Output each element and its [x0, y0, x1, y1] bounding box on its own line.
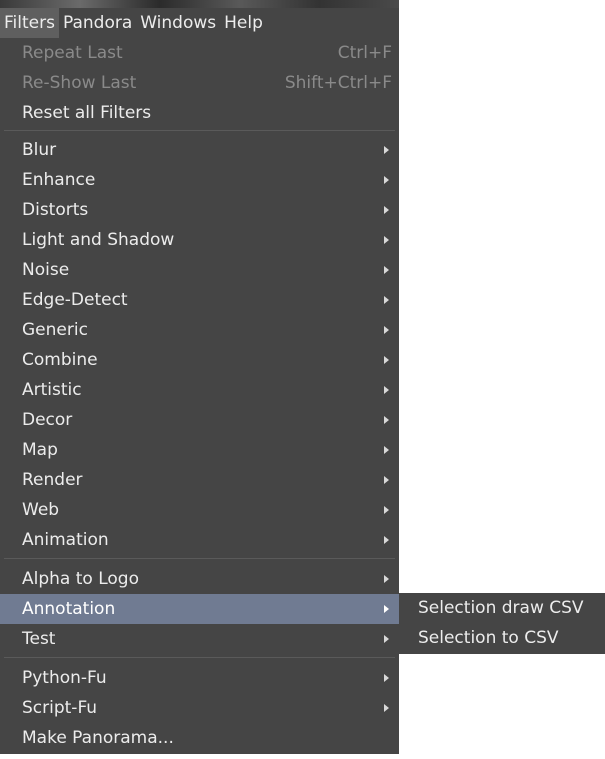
- submenu-arrow-icon: [384, 146, 389, 154]
- filters-menu: Repeat Last Ctrl+F Re-Show Last Shift+Ct…: [0, 38, 399, 754]
- submenu-arrow-icon: [384, 635, 389, 643]
- menu-item-test[interactable]: Test: [0, 624, 399, 654]
- menu-item-label: Combine: [22, 350, 98, 370]
- menu-item-script-fu[interactable]: Script-Fu: [0, 693, 399, 723]
- menubar-pandora[interactable]: Pandora: [59, 8, 136, 38]
- submenu-arrow-icon: [384, 416, 389, 424]
- submenu-arrow-icon: [384, 236, 389, 244]
- submenu-arrow-icon: [384, 536, 389, 544]
- submenu-arrow-icon: [384, 476, 389, 484]
- menu-item-label: Make Panorama...: [22, 728, 174, 748]
- menu-item-label: Light and Shadow: [22, 230, 175, 250]
- menu-item-reshow-last[interactable]: Re-Show Last Shift+Ctrl+F: [0, 68, 399, 98]
- submenu-arrow-icon: [384, 704, 389, 712]
- canvas-strip: [0, 0, 399, 8]
- menu-item-artistic[interactable]: Artistic: [0, 375, 399, 405]
- menu-item-label: Map: [22, 440, 58, 460]
- menu-item-label: Test: [22, 629, 56, 649]
- menu-item-annotation[interactable]: Annotation: [0, 594, 399, 624]
- menu-item-noise[interactable]: Noise: [0, 255, 399, 285]
- annotation-submenu: Selection draw CSV Selection to CSV: [399, 593, 605, 654]
- menu-item-make-panorama[interactable]: Make Panorama...: [0, 723, 399, 753]
- submenu-item-selection-to-csv[interactable]: Selection to CSV: [399, 623, 605, 653]
- menu-item-label: Artistic: [22, 380, 82, 400]
- menu-item-alpha-to-logo[interactable]: Alpha to Logo: [0, 564, 399, 594]
- menu-item-label: Script-Fu: [22, 698, 98, 718]
- submenu-arrow-icon: [384, 506, 389, 514]
- menu-item-label: Repeat Last: [22, 43, 123, 63]
- menu-item-label: Alpha to Logo: [22, 569, 139, 589]
- menu-item-map[interactable]: Map: [0, 435, 399, 465]
- menu-item-label: Animation: [22, 530, 109, 550]
- menu-item-light-and-shadow[interactable]: Light and Shadow: [0, 225, 399, 255]
- menu-separator: [4, 130, 395, 131]
- menu-item-label: Web: [22, 500, 60, 520]
- submenu-arrow-icon: [384, 446, 389, 454]
- menubar-filters[interactable]: Filters: [0, 8, 59, 38]
- menu-separator: [4, 657, 395, 658]
- menu-item-label: Edge-Detect: [22, 290, 128, 310]
- menubar-windows[interactable]: Windows: [136, 8, 220, 38]
- menu-item-label: Blur: [22, 140, 57, 160]
- menu-item-render[interactable]: Render: [0, 465, 399, 495]
- menu-item-python-fu[interactable]: Python-Fu: [0, 663, 399, 693]
- shortcut-label: Shift+Ctrl+F: [284, 73, 392, 93]
- menu-item-reset-all-filters[interactable]: Reset all Filters: [0, 98, 399, 128]
- menu-item-animation[interactable]: Animation: [0, 525, 399, 555]
- submenu-item-selection-draw-csv[interactable]: Selection draw CSV: [399, 593, 605, 623]
- submenu-arrow-icon: [384, 266, 389, 274]
- menu-item-label: Noise: [22, 260, 70, 280]
- menu-item-generic[interactable]: Generic: [0, 315, 399, 345]
- menubar-help[interactable]: Help: [220, 8, 267, 38]
- menubar: Filters Pandora Windows Help: [0, 8, 399, 38]
- menu-item-label: Python-Fu: [22, 668, 107, 688]
- menu-item-label: Generic: [22, 320, 88, 340]
- submenu-arrow-icon: [384, 206, 389, 214]
- menu-item-enhance[interactable]: Enhance: [0, 165, 399, 195]
- menu-item-repeat-last[interactable]: Repeat Last Ctrl+F: [0, 38, 399, 68]
- menu-item-label: Selection to CSV: [418, 628, 559, 648]
- shortcut-label: Ctrl+F: [337, 43, 392, 63]
- submenu-arrow-icon: [384, 296, 389, 304]
- menu-item-label: Distorts: [22, 200, 89, 220]
- submenu-arrow-icon: [384, 605, 389, 613]
- menu-item-blur[interactable]: Blur: [0, 135, 399, 165]
- submenu-arrow-icon: [384, 326, 389, 334]
- menu-item-label: Enhance: [22, 170, 96, 190]
- menu-separator: [4, 558, 395, 559]
- menu-item-label: Annotation: [22, 599, 116, 619]
- menu-item-label: Decor: [22, 410, 73, 430]
- submenu-arrow-icon: [384, 176, 389, 184]
- submenu-arrow-icon: [384, 386, 389, 394]
- menu-item-distorts[interactable]: Distorts: [0, 195, 399, 225]
- menu-item-label: Selection draw CSV: [418, 598, 584, 618]
- submenu-arrow-icon: [384, 356, 389, 364]
- menu-item-edge-detect[interactable]: Edge-Detect: [0, 285, 399, 315]
- menu-item-combine[interactable]: Combine: [0, 345, 399, 375]
- menu-item-decor[interactable]: Decor: [0, 405, 399, 435]
- menu-item-label: Render: [22, 470, 83, 490]
- menu-item-web[interactable]: Web: [0, 495, 399, 525]
- submenu-arrow-icon: [384, 575, 389, 583]
- menu-item-label: Re-Show Last: [22, 73, 137, 93]
- menu-item-label: Reset all Filters: [22, 103, 152, 123]
- submenu-arrow-icon: [384, 674, 389, 682]
